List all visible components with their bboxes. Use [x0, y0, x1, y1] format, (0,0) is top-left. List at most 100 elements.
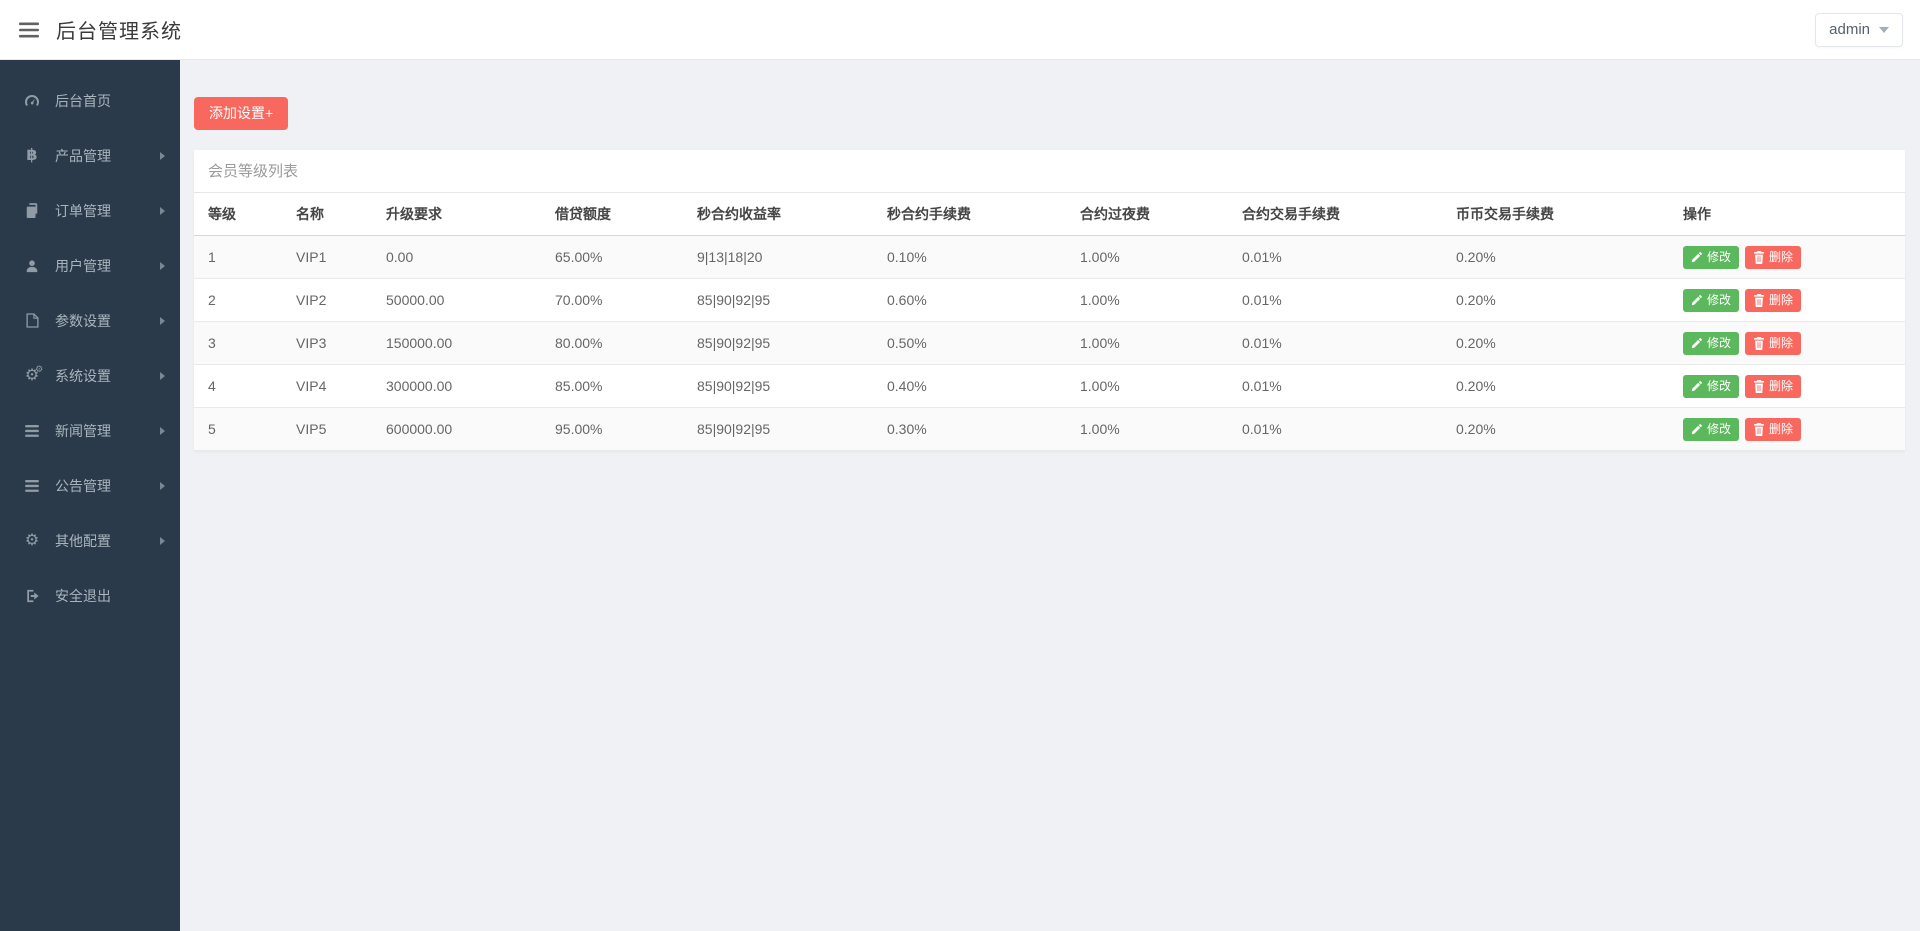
sidebar-item-label: 安全退出 [55, 586, 111, 606]
column-header-level: 等级 [194, 193, 282, 236]
cell-coin-fee: 0.20% [1442, 279, 1669, 322]
sidebar-item-dashboard[interactable]: 后台首页 [0, 73, 180, 128]
user-icon [21, 259, 43, 273]
cell-name: VIP2 [282, 279, 372, 322]
edit-button[interactable]: 修改 [1683, 332, 1739, 356]
dashboard-icon [21, 93, 43, 109]
cell-level: 4 [194, 365, 282, 408]
trash-icon [1753, 423, 1765, 436]
cell-yield: 85|90|92|95 [683, 322, 873, 365]
column-header-coin-fee: 币币交易手续费 [1442, 193, 1669, 236]
trash-icon [1753, 337, 1765, 350]
cell-coin-fee: 0.20% [1442, 365, 1669, 408]
delete-button[interactable]: 删除 [1745, 246, 1801, 270]
sidebar-item-system-settings[interactable]: ⚙⚙ 系统设置 [0, 348, 180, 403]
chevron-right-icon [160, 482, 165, 490]
cell-coin-fee: 0.20% [1442, 236, 1669, 279]
sidebar-item-news[interactable]: 新闻管理 [0, 403, 180, 458]
cell-upgrade: 600000.00 [372, 408, 541, 451]
sidebar-item-products[interactable]: ฿ 产品管理 [0, 128, 180, 183]
user-menu-label: admin [1829, 21, 1870, 38]
pencil-icon [1691, 423, 1703, 435]
cell-loan: 95.00% [541, 408, 683, 451]
cell-loan: 65.00% [541, 236, 683, 279]
app-header: 后台管理系统 admin [0, 0, 1920, 60]
pencil-icon [1691, 251, 1703, 263]
cell-trade-fee: 0.01% [1228, 236, 1442, 279]
sidebar-item-logout[interactable]: 安全退出 [0, 568, 180, 623]
cell-loan: 80.00% [541, 322, 683, 365]
trash-icon [1753, 380, 1765, 393]
sidebar-item-announcements[interactable]: 公告管理 [0, 458, 180, 513]
table-row: 3 VIP3 150000.00 80.00% 85|90|92|95 0.50… [194, 322, 1905, 365]
cell-sec-fee: 0.50% [873, 322, 1066, 365]
column-header-overnight: 合约过夜费 [1066, 193, 1228, 236]
bitcoin-icon: ฿ [21, 148, 43, 164]
sidebar-item-other-config[interactable]: ⚙ 其他配置 [0, 513, 180, 568]
cell-loan: 70.00% [541, 279, 683, 322]
user-menu-button[interactable]: admin [1815, 13, 1903, 47]
sidebar-item-label: 公告管理 [55, 476, 111, 496]
cell-sec-fee: 0.60% [873, 279, 1066, 322]
column-header-loan: 借贷额度 [541, 193, 683, 236]
sidebar-item-label: 产品管理 [55, 146, 111, 166]
cell-overnight: 1.00% [1066, 408, 1228, 451]
cell-upgrade: 50000.00 [372, 279, 541, 322]
cell-upgrade: 150000.00 [372, 322, 541, 365]
edit-button[interactable]: 修改 [1683, 246, 1739, 270]
column-header-sec-fee: 秒合约手续费 [873, 193, 1066, 236]
sidebar-item-label: 后台首页 [55, 91, 111, 111]
app-title: 后台管理系统 [56, 15, 182, 44]
delete-button[interactable]: 删除 [1745, 289, 1801, 313]
column-header-actions: 操作 [1669, 193, 1905, 236]
delete-button[interactable]: 删除 [1745, 332, 1801, 356]
cell-actions: 修改删除 [1669, 408, 1905, 451]
cell-name: VIP4 [282, 365, 372, 408]
sidebar-item-parameters[interactable]: 参数设置 [0, 293, 180, 348]
cell-actions: 修改删除 [1669, 322, 1905, 365]
trash-icon [1753, 251, 1765, 264]
chevron-right-icon [160, 262, 165, 270]
delete-button[interactable]: 删除 [1745, 418, 1801, 442]
cell-overnight: 1.00% [1066, 236, 1228, 279]
edit-button[interactable]: 修改 [1683, 289, 1739, 313]
cell-yield: 9|13|18|20 [683, 236, 873, 279]
cell-upgrade: 0.00 [372, 236, 541, 279]
add-setting-button[interactable]: 添加设置+ [194, 97, 288, 130]
cell-actions: 修改删除 [1669, 279, 1905, 322]
cell-level: 5 [194, 408, 282, 451]
table-row: 4 VIP4 300000.00 85.00% 85|90|92|95 0.40… [194, 365, 1905, 408]
sidebar-item-users[interactable]: 用户管理 [0, 238, 180, 293]
chevron-right-icon [160, 152, 165, 160]
cell-level: 1 [194, 236, 282, 279]
main-content: 添加设置+ 会员等级列表 等级 名称 升级要求 借贷额度 秒合约收益率 秒合约手… [180, 60, 1920, 931]
sidebar: 后台首页 ฿ 产品管理 订单管理 用户管理 参数设置 ⚙⚙ 系统设置 [0, 60, 180, 931]
pencil-icon [1691, 337, 1703, 349]
cell-name: VIP1 [282, 236, 372, 279]
edit-button[interactable]: 修改 [1683, 375, 1739, 399]
cell-sec-fee: 0.10% [873, 236, 1066, 279]
cell-actions: 修改删除 [1669, 365, 1905, 408]
table-row: 1 VIP1 0.00 65.00% 9|13|18|20 0.10% 1.00… [194, 236, 1905, 279]
sidebar-item-label: 新闻管理 [55, 421, 111, 441]
cell-overnight: 1.00% [1066, 365, 1228, 408]
sidebar-item-label: 系统设置 [55, 366, 111, 386]
delete-button[interactable]: 删除 [1745, 375, 1801, 399]
cell-yield: 85|90|92|95 [683, 365, 873, 408]
pencil-icon [1691, 380, 1703, 392]
cell-sec-fee: 0.40% [873, 365, 1066, 408]
member-level-panel: 会员等级列表 等级 名称 升级要求 借贷额度 秒合约收益率 秒合约手续费 合约过… [194, 150, 1905, 452]
cell-level: 3 [194, 322, 282, 365]
cell-name: VIP3 [282, 322, 372, 365]
cell-trade-fee: 0.01% [1228, 408, 1442, 451]
edit-button[interactable]: 修改 [1683, 418, 1739, 442]
cell-loan: 85.00% [541, 365, 683, 408]
table-row: 2 VIP2 50000.00 70.00% 85|90|92|95 0.60%… [194, 279, 1905, 322]
member-level-table: 等级 名称 升级要求 借贷额度 秒合约收益率 秒合约手续费 合约过夜费 合约交易… [194, 193, 1905, 452]
list-icon [21, 425, 43, 437]
sidebar-item-orders[interactable]: 订单管理 [0, 183, 180, 238]
hamburger-menu-icon[interactable] [17, 18, 41, 42]
chevron-right-icon [160, 427, 165, 435]
cell-yield: 85|90|92|95 [683, 408, 873, 451]
cell-trade-fee: 0.01% [1228, 365, 1442, 408]
